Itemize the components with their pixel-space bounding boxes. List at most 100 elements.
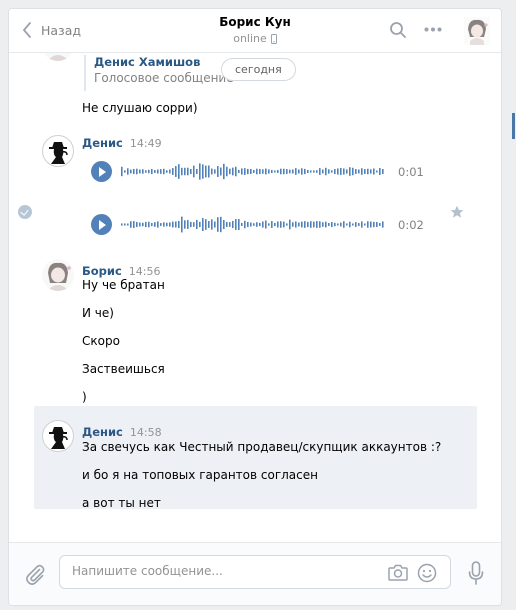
waveform-bar	[148, 169, 150, 174]
waveform-bar	[349, 167, 351, 176]
check-icon[interactable]	[18, 205, 32, 219]
waveform-bar	[280, 221, 282, 228]
microphone-icon[interactable]	[468, 561, 484, 585]
waveform-bar	[379, 167, 381, 176]
waveform-bar	[169, 169, 171, 174]
message-history[interactable]: Денис Хамишов Голосовое сообщение сегодн…	[9, 53, 501, 541]
message-input[interactable]	[72, 564, 372, 578]
waveform-bar	[280, 168, 282, 175]
forwarded-author[interactable]: Денис Хамишов	[94, 55, 234, 69]
message-time[interactable]: 14:56	[129, 265, 161, 278]
waveform-bar	[166, 170, 168, 173]
message-avatar-boris[interactable]	[42, 53, 74, 61]
waveform-bar	[172, 168, 174, 175]
waveform-bar	[133, 221, 135, 228]
waveform-bar	[319, 221, 321, 228]
message-time[interactable]: 14:49	[130, 137, 162, 150]
contact-name[interactable]: Борис Кун	[219, 15, 291, 29]
message-avatar-denis[interactable]	[42, 135, 74, 167]
voice-message[interactable]: 0:01	[91, 161, 431, 183]
waveform-bar	[268, 223, 270, 226]
waveform-bar	[199, 221, 201, 228]
waveform[interactable]	[121, 214, 386, 235]
waveform-bar	[229, 168, 231, 175]
contact-status: online	[233, 32, 277, 45]
back-button[interactable]: Назад	[21, 22, 81, 38]
waveform-bar	[247, 221, 249, 228]
waveform-bar	[382, 221, 384, 228]
selected-message-block[interactable]	[34, 406, 477, 509]
waveform-bar	[208, 221, 210, 228]
mobile-icon	[270, 33, 277, 44]
waveform-bar	[283, 168, 285, 175]
waveform-bar	[274, 222, 276, 227]
message-time[interactable]: 14:58	[130, 426, 162, 439]
message-avatar-denis[interactable]	[42, 420, 74, 452]
waveform-bar	[343, 221, 345, 228]
smile-icon[interactable]	[417, 563, 437, 583]
waveform-bar	[178, 220, 180, 229]
waveform-bar	[274, 170, 276, 173]
waveform-bar	[151, 222, 153, 227]
waveform-bar	[358, 169, 360, 174]
voice-message[interactable]: 0:02	[91, 214, 431, 236]
waveform-bar	[370, 169, 372, 174]
waveform-bar	[298, 169, 300, 174]
waveform-bar	[310, 170, 312, 173]
waveform-bar	[328, 169, 330, 174]
waveform-bar	[322, 169, 324, 174]
voice-duration: 0:02	[398, 218, 424, 232]
waveform-bar	[202, 164, 204, 179]
star-icon[interactable]	[450, 205, 464, 219]
waveform-bar	[175, 221, 177, 228]
waveform-bar	[178, 164, 180, 179]
waveform-bar	[262, 169, 264, 174]
message-text: За свечусь как Честный продавец/скупщик …	[82, 440, 442, 454]
waveform-bar	[214, 169, 216, 174]
waveform-bar	[184, 167, 186, 176]
play-icon[interactable]	[91, 214, 112, 235]
waveform-bar	[214, 221, 216, 228]
camera-icon[interactable]	[388, 564, 408, 581]
waveform-bar	[364, 169, 366, 174]
play-icon[interactable]	[91, 161, 112, 182]
waveform-bar	[262, 221, 264, 228]
waveform-bar	[217, 166, 219, 177]
message-input-box[interactable]	[59, 555, 451, 589]
waveform-bar	[331, 222, 333, 227]
waveform-bar	[325, 167, 327, 176]
waveform-bar	[286, 223, 288, 226]
waveform-bar	[316, 170, 318, 173]
waveform-bar	[334, 169, 336, 174]
author-name[interactable]: Денис	[82, 136, 123, 150]
waveform-bar	[292, 169, 294, 174]
author-name[interactable]: Борис	[82, 264, 122, 278]
waveform-bar	[295, 221, 297, 228]
waveform-bar	[301, 221, 303, 228]
waveform-bar	[127, 223, 129, 226]
waveform[interactable]	[121, 161, 386, 182]
waveform-bar	[364, 223, 366, 226]
waveform-bar	[142, 222, 144, 227]
paperclip-icon[interactable]	[24, 563, 46, 585]
scrollbar-thumb[interactable]	[512, 113, 515, 139]
waveform-bar	[376, 221, 378, 228]
search-icon[interactable]	[389, 21, 407, 39]
waveform-bar	[232, 220, 234, 229]
waveform-bar	[205, 219, 207, 230]
waveform-bar	[319, 168, 321, 175]
waveform-bar	[337, 168, 339, 175]
forwarded-message[interactable]: Денис Хамишов Голосовое сообщение	[84, 55, 234, 91]
more-icon[interactable]	[424, 27, 442, 32]
author-name[interactable]: Денис	[82, 425, 123, 439]
waveform-bar	[310, 221, 312, 228]
waveform-bar	[307, 169, 309, 174]
forwarded-subtitle: Голосовое сообщение	[94, 71, 234, 85]
message-text: И че)	[82, 306, 114, 320]
contact-avatar[interactable]	[464, 17, 490, 45]
waveform-bar	[181, 216, 183, 233]
waveform-bar	[247, 168, 249, 175]
message-avatar-boris[interactable]	[42, 259, 74, 291]
waveform-bar	[295, 168, 297, 175]
waveform-bar	[250, 169, 252, 174]
